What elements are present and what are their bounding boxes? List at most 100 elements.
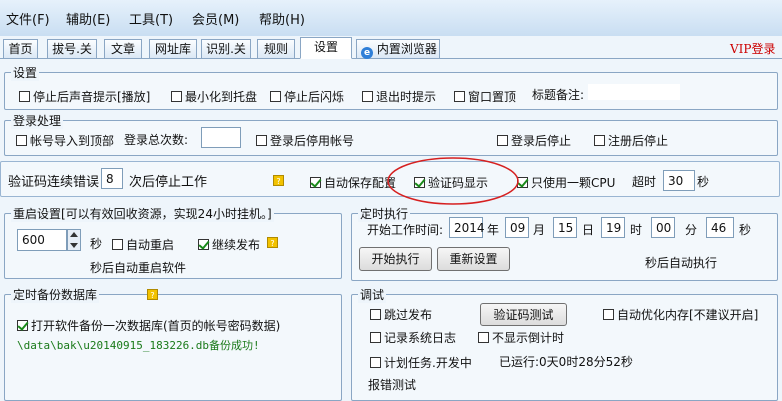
disable-after-login-label: 登录后停用帐号 xyxy=(270,134,355,148)
checkbox-box xyxy=(603,309,614,320)
checkbox-box xyxy=(497,135,508,146)
disable-after-login-checkbox[interactable]: 登录后停用帐号 xyxy=(256,132,354,149)
tab-recognize[interactable]: 识别.关 xyxy=(201,39,251,58)
restart-seconds-input[interactable]: 600 xyxy=(17,229,67,251)
exit-prompt-label: 退出时提示 xyxy=(376,90,437,104)
vip-login-link[interactable]: VIP登录 xyxy=(730,40,775,57)
checkbox-box xyxy=(19,91,30,102)
second-input[interactable]: 46 xyxy=(706,217,734,238)
help-icon[interactable]: ? xyxy=(267,237,278,248)
captcha-test-button[interactable]: 验证码测试 xyxy=(480,303,567,326)
seconds-spinner[interactable] xyxy=(67,229,81,251)
checkbox-box xyxy=(594,135,605,146)
month-unit: 月 xyxy=(533,223,546,237)
flash-stop-checkbox[interactable]: 停止后闪烁 xyxy=(270,88,344,105)
log-checkbox[interactable]: 记录系统日志 xyxy=(370,329,456,346)
menu-help[interactable]: 帮助(H) xyxy=(259,9,305,28)
captcha-error-label: 验证码连续错误 xyxy=(8,175,100,190)
restart-seconds-unit: 秒 xyxy=(90,237,103,251)
error-test-label[interactable]: 报错测试 xyxy=(368,376,416,393)
start-execute-button[interactable]: 开始执行 xyxy=(359,247,432,271)
continue-publish-label: 继续发布 xyxy=(212,238,261,252)
login-count-label: 登录总次数: xyxy=(124,133,189,147)
backup-status: \data\bak\u20140915_183226.db备份成功! xyxy=(17,339,260,352)
login-count-input[interactable] xyxy=(201,127,241,148)
import-top-checkbox[interactable]: 帐号导入到顶部 xyxy=(16,132,114,149)
window-top-checkbox[interactable]: 窗口置顶 xyxy=(454,88,516,105)
timeout-label: 超时 xyxy=(632,175,657,189)
restart-note: 秒后自动重启软件 xyxy=(90,261,187,275)
continue-publish-checkbox[interactable]: 继续发布 xyxy=(198,236,260,253)
tab-settings[interactable]: 设置 xyxy=(300,37,352,59)
menu-tools[interactable]: 工具(T) xyxy=(129,9,173,28)
menu-assist[interactable]: 辅助(E) xyxy=(66,9,110,28)
timeout-unit: 秒 xyxy=(697,175,710,189)
auto-optimize-checkbox[interactable]: 自动优化内存[不建议开启] xyxy=(603,306,758,323)
stop-sound-label: 停止后声音提示[播放] xyxy=(33,90,151,104)
auto-restart-checkbox[interactable]: 自动重启 xyxy=(112,236,174,253)
tab-url-library[interactable]: 网址库 xyxy=(149,39,197,58)
auto-save-checkbox[interactable]: 自动保存配置 xyxy=(310,174,396,191)
open-backup-label: 打开软件备份一次数据库(首页的帐号密码数据) xyxy=(31,319,281,333)
day-unit: 日 xyxy=(582,223,595,237)
month-input[interactable]: 09 xyxy=(505,217,529,238)
title-note-input[interactable] xyxy=(588,84,680,100)
stop-after-login-checkbox[interactable]: 登录后停止 xyxy=(497,132,571,149)
minimize-tray-checkbox[interactable]: 最小化到托盘 xyxy=(171,88,257,105)
tab-home[interactable]: 首页 xyxy=(3,39,38,58)
stop-after-login-label: 登录后停止 xyxy=(511,134,572,148)
minimize-tray-label: 最小化到托盘 xyxy=(185,90,258,104)
help-icon[interactable]: ? xyxy=(147,289,158,300)
no-countdown-checkbox[interactable]: 不显示倒计时 xyxy=(478,329,564,346)
login-title: 登录处理 xyxy=(11,112,64,129)
checkbox-box xyxy=(370,357,381,368)
log-label: 记录系统日志 xyxy=(384,331,457,345)
title-note-label: 标题备注: xyxy=(532,88,585,102)
tab-rules[interactable]: 规则 xyxy=(257,39,295,58)
hour-input[interactable]: 19 xyxy=(601,217,625,238)
spin-down-icon[interactable] xyxy=(70,243,78,248)
tab-browser-label: 内置浏览器 xyxy=(376,42,437,56)
open-backup-checkbox[interactable]: 打开软件备份一次数据库(首页的帐号密码数据) xyxy=(17,317,280,334)
tab-browser[interactable]: e 内置浏览器 xyxy=(356,39,440,59)
ie-icon: e xyxy=(361,47,373,59)
checkbox-box xyxy=(270,91,281,102)
checkbox-box xyxy=(171,91,182,102)
skip-publish-label: 跳过发布 xyxy=(384,308,433,322)
checkbox-box xyxy=(16,135,27,146)
timeout-input[interactable]: 30 xyxy=(663,170,695,191)
skip-publish-checkbox[interactable]: 跳过发布 xyxy=(370,306,432,323)
captcha-stop-label: 次后停止工作 xyxy=(129,175,208,190)
backup-title: 定时备份数据库 xyxy=(11,286,100,303)
checkbox-box xyxy=(478,332,489,343)
spin-up-icon[interactable] xyxy=(70,232,78,237)
menu-member[interactable]: 会员(M) xyxy=(192,9,239,28)
menu-file[interactable]: 文件(F) xyxy=(6,9,50,28)
stop-after-register-checkbox[interactable]: 注册后停止 xyxy=(594,132,668,149)
one-cpu-label: 只使用一颗CPU xyxy=(531,176,616,190)
captcha-error-input[interactable]: 8 xyxy=(101,168,123,189)
highlight-ellipse xyxy=(387,157,519,205)
checkbox-box xyxy=(198,239,209,250)
restart-title: 重启设置[可以有效回收资源，实现24小时挂机。] xyxy=(11,205,274,222)
day-input[interactable]: 15 xyxy=(553,217,577,238)
year-input[interactable]: 2014 xyxy=(449,217,485,238)
tab-dial[interactable]: 拔号.关 xyxy=(47,39,97,58)
hour-unit: 时 xyxy=(630,223,643,237)
checkbox-box xyxy=(256,135,267,146)
reset-button[interactable]: 重新设置 xyxy=(437,247,510,271)
minute-input[interactable]: 00 xyxy=(651,217,675,238)
scheduled-task-checkbox[interactable]: 计划任务.开发中 xyxy=(370,354,472,371)
stop-sound-checkbox[interactable]: 停止后声音提示[播放] xyxy=(19,88,150,105)
checkbox-box xyxy=(310,177,321,188)
one-cpu-checkbox[interactable]: 只使用一颗CPU xyxy=(517,174,615,191)
checkbox-box xyxy=(17,320,28,331)
tab-article[interactable]: 文章 xyxy=(104,39,142,58)
start-time-label: 开始工作时间: xyxy=(367,223,444,237)
exit-prompt-checkbox[interactable]: 退出时提示 xyxy=(362,88,436,105)
second-unit: 秒 xyxy=(739,223,752,237)
auto-restart-label: 自动重启 xyxy=(126,238,175,252)
import-top-label: 帐号导入到顶部 xyxy=(30,134,115,148)
minute-unit: 分 xyxy=(685,223,698,237)
help-icon[interactable]: ? xyxy=(273,175,284,186)
